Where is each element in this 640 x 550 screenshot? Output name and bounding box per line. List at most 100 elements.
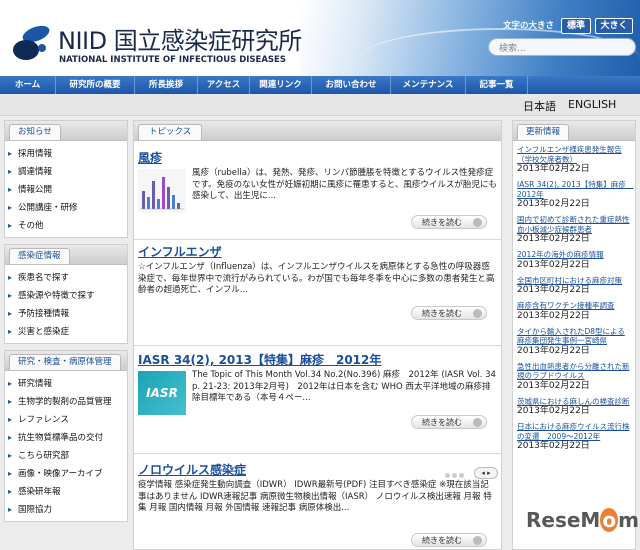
- research-item-departments[interactable]: こちら研究部: [5, 447, 127, 465]
- update-item: タイから輸入されたD8型による麻疹集団発生事例一宮崎県 2013年02月22日: [517, 327, 631, 357]
- notice-title: お知らせ: [9, 124, 61, 140]
- watermark-o: o: [600, 508, 619, 532]
- research-item-archive[interactable]: 画像・映像アーカイブ: [5, 465, 127, 483]
- niid-logo-icon[interactable]: [12, 24, 52, 62]
- disease-item-by-source[interactable]: 感染源や特徴で探す: [5, 287, 127, 305]
- notice-item-lectures[interactable]: 公開講座・研修: [5, 199, 127, 217]
- nav-links[interactable]: 関連リンク: [250, 76, 312, 94]
- notice-header: お知らせ: [5, 121, 127, 141]
- updates-panel: 更新情報 インフルエンザ様疾患発生報告（学校欠席者数） 2013年02月22日 I…: [512, 120, 636, 550]
- font-standard-button[interactable]: 標準: [561, 18, 591, 34]
- nav-contact[interactable]: お問い合わせ: [312, 76, 391, 94]
- lang-english[interactable]: ENGLISH: [568, 98, 616, 111]
- watermark-text: ReseM: [526, 508, 601, 532]
- topic-title[interactable]: IASR 34(2), 2013【特集】麻疹 2012年: [138, 353, 497, 368]
- notice-item-other[interactable]: その他: [5, 217, 127, 235]
- update-item: 急性出血熱患者から分離された新規のラブドウイルス 2013年02月22日: [517, 362, 631, 392]
- update-link[interactable]: 国内で初めて診断された重症熱性血小板減少症候群患者: [517, 215, 631, 234]
- research-item-intl[interactable]: 国際協力: [5, 501, 127, 519]
- topic-title[interactable]: 風疹: [138, 151, 497, 166]
- resemom-watermark: ReseM o m: [526, 508, 639, 532]
- update-item: 国内で初めて診断された重症熱性血小板減少症候群患者 2013年02月22日: [517, 215, 631, 245]
- research-box: 研究・検査・病原体管理 研究情報 生物学的製剤の品質管理 レファレンス 抗生物質…: [4, 350, 128, 522]
- site-header: NIID 国立感染症研究所 NATIONAL INSTITUTE OF INFE…: [0, 0, 640, 76]
- read-more-button[interactable]: 続きを読む: [411, 306, 487, 320]
- update-date: 2013年02月22日: [517, 406, 590, 416]
- research-item-antibiotics[interactable]: 抗生物質標準品の交付: [5, 429, 127, 447]
- update-link[interactable]: 急性出血熱患者から分離された新規のラブドウイルス: [517, 362, 631, 381]
- research-item-reference[interactable]: レファレンス: [5, 411, 127, 429]
- update-link[interactable]: 茨城県における麻しんの検査診断: [517, 397, 631, 407]
- notice-item-disclosure[interactable]: 情報公開: [5, 181, 127, 199]
- divider: [134, 345, 501, 346]
- topic-text: ☆インフルエンザ（Influenza）は、インフルエンザウイルスを病原体とする急…: [138, 262, 495, 295]
- topic-title[interactable]: ノロウイルス感染症: [138, 463, 497, 478]
- update-date: 2013年02月22日: [517, 199, 590, 209]
- divider: [134, 239, 501, 240]
- lang-japanese[interactable]: 日本語: [523, 98, 556, 114]
- disease-item-by-name[interactable]: 疾患名で探す: [5, 269, 127, 287]
- iasr-thumbnail: IASR: [138, 371, 186, 415]
- nav-maintenance[interactable]: メンテナンス: [391, 76, 466, 94]
- update-item: 日本における麻疹ウイルス流行株の変遷 2009〜2012年 2013年02月22日: [517, 422, 631, 452]
- topic-body: IASR The Topic of This Month Vol.34 No.2…: [138, 370, 497, 415]
- update-link[interactable]: 全国市区町村における麻疹対策: [517, 276, 631, 286]
- update-date: 2013年02月22日: [517, 345, 590, 356]
- research-item-info[interactable]: 研究情報: [5, 375, 127, 393]
- logo-title[interactable]: NIID 国立感染症研究所: [58, 27, 302, 55]
- topic-iasr: IASR 34(2), 2013【特集】麻疹 2012年 IASR The To…: [138, 353, 497, 415]
- research-item-bio-quality[interactable]: 生物学的製剤の品質管理: [5, 393, 127, 411]
- update-date: 2013年02月22日: [517, 285, 590, 295]
- search-input[interactable]: 検索...: [488, 38, 636, 56]
- left-sidebar: お知らせ 採用情報 調達情報 情報公開 公開講座・研修 その他 感染症情報 疾患…: [4, 120, 128, 528]
- language-bar: 日本語 ENGLISH: [0, 94, 640, 116]
- notice-item-recruit[interactable]: 採用情報: [5, 145, 127, 163]
- nav-about[interactable]: 研究所の概要: [56, 76, 135, 94]
- update-date: 2013年02月22日: [517, 234, 590, 244]
- update-item: IASR 34(2), 2013【特集】麻疹 2012年 2013年02月22日: [517, 180, 633, 210]
- disease-item-vaccination[interactable]: 予防接種情報: [5, 305, 127, 323]
- nav-greeting[interactable]: 所長挨拶: [135, 76, 198, 94]
- update-link[interactable]: タイから輸入されたD8型による麻疹集団発生事例一宮崎県: [517, 327, 631, 346]
- research-item-annual[interactable]: 感染研年報: [5, 483, 127, 501]
- update-link[interactable]: 日本における麻疹ウイルス流行株の変遷 2009〜2012年: [517, 422, 631, 441]
- update-link[interactable]: 2012年の海外の麻疹情報: [517, 250, 631, 260]
- nav-filler: [528, 76, 640, 94]
- notice-box: お知らせ 採用情報 調達情報 情報公開 公開講座・研修 その他: [4, 120, 128, 238]
- logo-subtitle: NATIONAL INSTITUTE OF INFECTIOUS DISEASE…: [59, 55, 286, 65]
- topics-header: トピックス: [134, 121, 501, 141]
- update-link[interactable]: インフルエンザ様疾患発生報告（学校欠席者数）: [517, 145, 631, 164]
- rubella-chart-thumbnail: [138, 169, 186, 213]
- update-item: 麻疹含有ワクチン接種率調査 2013年02月22日: [517, 301, 631, 322]
- nav-articles[interactable]: 記事一覧: [466, 76, 528, 94]
- update-date: 2013年02月22日: [517, 380, 590, 391]
- update-date: 2013年02月22日: [517, 259, 590, 270]
- topic-title[interactable]: インフルエンザ: [138, 245, 497, 260]
- read-more-button[interactable]: 続きを読む: [411, 215, 487, 229]
- update-link[interactable]: IASR 34(2), 2013【特集】麻疹 2012年: [517, 180, 633, 199]
- disease-item-disaster[interactable]: 災害と感染症: [5, 323, 127, 341]
- notice-item-procurement[interactable]: 調達情報: [5, 163, 127, 181]
- notice-list: 採用情報 調達情報 情報公開 公開講座・研修 その他: [5, 141, 127, 237]
- research-header: 研究・検査・病原体管理: [5, 351, 127, 371]
- disease-box: 感染症情報 疾患名で探す 感染源や特徴で探す 予防接種情報 災害と感染症: [4, 244, 128, 344]
- topic-rubella: 風疹 風疹（rubella）は、発熱、発疹、リンパ節腫脹を特徴とするウイルス性発…: [138, 151, 497, 213]
- update-item: 2012年の海外の麻疹情報 2013年02月22日: [517, 250, 631, 271]
- topics-title: トピックス: [138, 124, 203, 140]
- updates-header: 更新情報: [513, 121, 635, 141]
- update-date: 2013年02月22日: [517, 164, 590, 174]
- nav-access[interactable]: アクセス: [198, 76, 250, 94]
- nav-home[interactable]: ホーム: [0, 76, 56, 94]
- watermark-text: m: [618, 508, 639, 532]
- read-more-button[interactable]: 続きを読む: [411, 533, 487, 547]
- read-more-button[interactable]: 続きを読む: [411, 415, 487, 429]
- main-nav: ホーム 研究所の概要 所長挨拶 アクセス 関連リンク お問い合わせ メンテナンス…: [0, 76, 640, 94]
- update-item: 茨城県における麻しんの検査診断 2013年02月22日: [517, 397, 631, 418]
- topic-norovirus: ノロウイルス感染症 疫学情報 感染症発生動向調査（IDWR） IDWR最新号(P…: [138, 463, 497, 515]
- disease-list: 疾患名で探す 感染源や特徴で探す 予防接種情報 災害と感染症: [5, 265, 127, 343]
- topic-influenza: インフルエンザ ☆インフルエンザ（Influenza）は、インフルエンザウイルス…: [138, 245, 497, 297]
- topics-panel: トピックス 風疹 風疹（rubella）は、発熱、発疹、リンパ節腫脹を特徴とする…: [133, 120, 502, 550]
- font-large-button[interactable]: 大きく: [595, 18, 633, 34]
- update-link[interactable]: 麻疹含有ワクチン接種率調査: [517, 301, 631, 311]
- updates-title: 更新情報: [517, 124, 570, 140]
